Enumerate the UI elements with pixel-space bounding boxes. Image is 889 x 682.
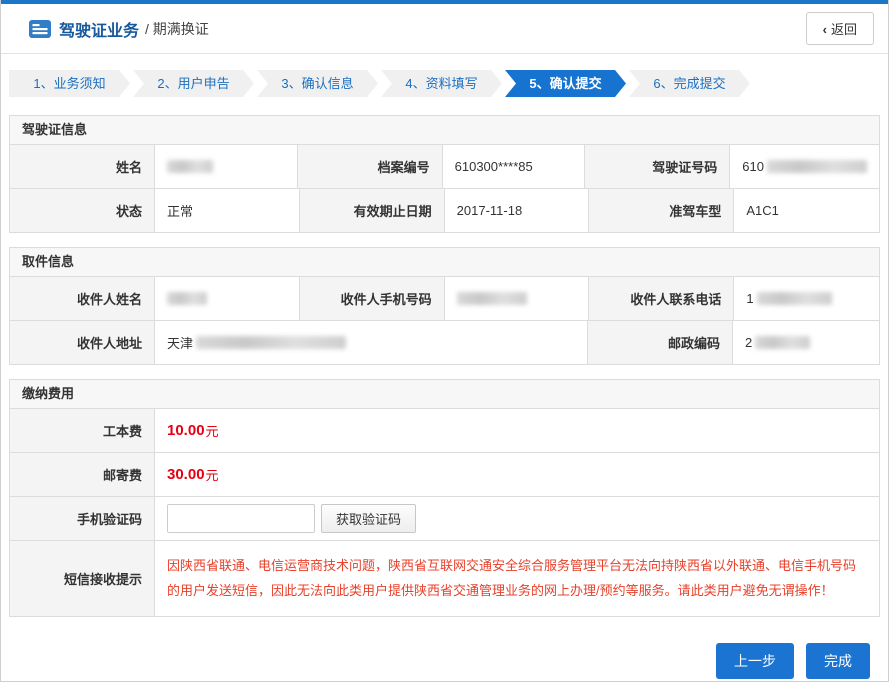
step-tab-1: 1、业务须知: [9, 70, 130, 97]
captcha-row: 手机验证码 获取验证码: [10, 496, 879, 540]
redacted-zip: [755, 336, 810, 349]
zip-label: 邮政编码: [588, 321, 733, 364]
zip-value: 2: [733, 321, 879, 364]
cost-value: 10.00元: [155, 409, 879, 452]
redacted-license-no: [767, 160, 867, 173]
page-title: 驾驶证业务: [59, 17, 139, 41]
zip-prefix: 2: [745, 335, 752, 350]
step-tab-4: 4、资料填写: [381, 70, 502, 97]
status-value: 正常: [155, 189, 300, 232]
license-info-section: 驾驶证信息 姓名 档案编号 610300****85 驾驶证号码 610 状态 …: [9, 115, 880, 233]
sms-notice-label: 短信接收提示: [10, 541, 155, 616]
redacted-recipient-tel: [757, 292, 832, 305]
get-code-button[interactable]: 获取验证码: [321, 504, 416, 533]
cost-amount: 10.00: [167, 422, 205, 439]
recipient-tel-value: 1: [734, 277, 879, 320]
pickup-row-2: 收件人地址 天津 邮政编码 2: [10, 320, 879, 364]
name-value: [155, 145, 298, 188]
page-window: 驾驶证业务 / 期满换证 ‹ 返回 1、业务须知 2、用户申告 3、确认信息 4、…: [0, 0, 889, 682]
back-button[interactable]: ‹ 返回: [806, 12, 874, 45]
complete-button[interactable]: 完成: [806, 643, 870, 679]
status-label: 状态: [10, 189, 155, 232]
sms-notice-cell: 因陕西省联通、电信运营商技术问题，陕西省互联网交通安全综合服务管理平台无法向持陕…: [155, 541, 879, 616]
recipient-name-label: 收件人姓名: [10, 277, 155, 320]
file-no-label: 档案编号: [298, 145, 443, 188]
recipient-name-value: [155, 277, 300, 320]
expiry-label: 有效期止日期: [300, 189, 445, 232]
license-card-icon: [29, 20, 51, 38]
redacted-address: [196, 336, 346, 349]
step-progress-bar: 1、业务须知 2、用户申告 3、确认信息 4、资料填写 5、确认提交 6、完成提…: [9, 70, 880, 97]
pickup-section-title: 取件信息: [10, 248, 879, 276]
page-subtitle: / 期满换证: [145, 19, 209, 39]
step-tab-2: 2、用户申告: [133, 70, 254, 97]
license-section-title: 驾驶证信息: [10, 116, 879, 144]
recipient-tel-label: 收件人联系电话: [589, 277, 734, 320]
postage-value: 30.00元: [155, 453, 879, 496]
redacted-recipient-name: [167, 292, 207, 305]
sms-notice-text: 因陕西省联通、电信运营商技术问题，陕西省互联网交通安全综合服务管理平台无法向持陕…: [167, 553, 867, 604]
license-no-value: 610: [730, 145, 879, 188]
expiry-value: 2017-11-18: [445, 189, 590, 232]
postage-row: 邮寄费 30.00元: [10, 452, 879, 496]
pickup-row-1: 收件人姓名 收件人手机号码 收件人联系电话 1: [10, 276, 879, 320]
file-no-value: 610300****85: [443, 145, 586, 188]
previous-step-button[interactable]: 上一步: [716, 643, 794, 679]
license-no-prefix: 610: [742, 159, 764, 174]
step-tab-5-current: 5、确认提交: [505, 70, 626, 97]
postage-unit: 元: [206, 465, 219, 484]
step-tab-3: 3、确认信息: [257, 70, 378, 97]
postage-amount: 30.00: [167, 466, 205, 483]
fees-section-title: 缴纳费用: [10, 380, 879, 408]
cost-row: 工本费 10.00元: [10, 408, 879, 452]
captcha-label: 手机验证码: [10, 497, 155, 540]
recipient-mobile-value: [445, 277, 590, 320]
license-no-label: 驾驶证号码: [585, 145, 730, 188]
pickup-info-section: 取件信息 收件人姓名 收件人手机号码 收件人联系电话 1 收件人地址 天津 邮政…: [9, 247, 880, 365]
name-label: 姓名: [10, 145, 155, 188]
captcha-input[interactable]: [167, 504, 315, 533]
fees-section: 缴纳费用 工本费 10.00元 邮寄费 30.00元 手机验证码 获取验证码 短…: [9, 379, 880, 617]
postage-label: 邮寄费: [10, 453, 155, 496]
back-chevron-icon: ‹: [823, 22, 827, 37]
back-button-label: 返回: [831, 22, 857, 37]
cost-unit: 元: [206, 421, 219, 440]
footer-actions: 上一步 完成: [9, 643, 870, 679]
address-label: 收件人地址: [10, 321, 155, 364]
recipient-tel-prefix: 1: [746, 291, 753, 306]
header: 驾驶证业务 / 期满换证 ‹ 返回: [1, 4, 888, 54]
license-row-2: 状态 正常 有效期止日期 2017-11-18 准驾车型 A1C1: [10, 188, 879, 232]
recipient-mobile-label: 收件人手机号码: [300, 277, 445, 320]
address-value: 天津: [155, 321, 588, 364]
sms-notice-row: 短信接收提示 因陕西省联通、电信运营商技术问题，陕西省互联网交通安全综合服务管理…: [10, 540, 879, 616]
vehicle-type-label: 准驾车型: [589, 189, 734, 232]
captcha-cell: 获取验证码: [155, 497, 879, 540]
cost-label: 工本费: [10, 409, 155, 452]
vehicle-type-value: A1C1: [734, 189, 879, 232]
step-tab-6: 6、完成提交: [629, 70, 750, 97]
redacted-name: [167, 160, 213, 173]
redacted-recipient-mobile: [457, 292, 527, 305]
address-prefix: 天津: [167, 333, 193, 352]
license-row-1: 姓名 档案编号 610300****85 驾驶证号码 610: [10, 144, 879, 188]
